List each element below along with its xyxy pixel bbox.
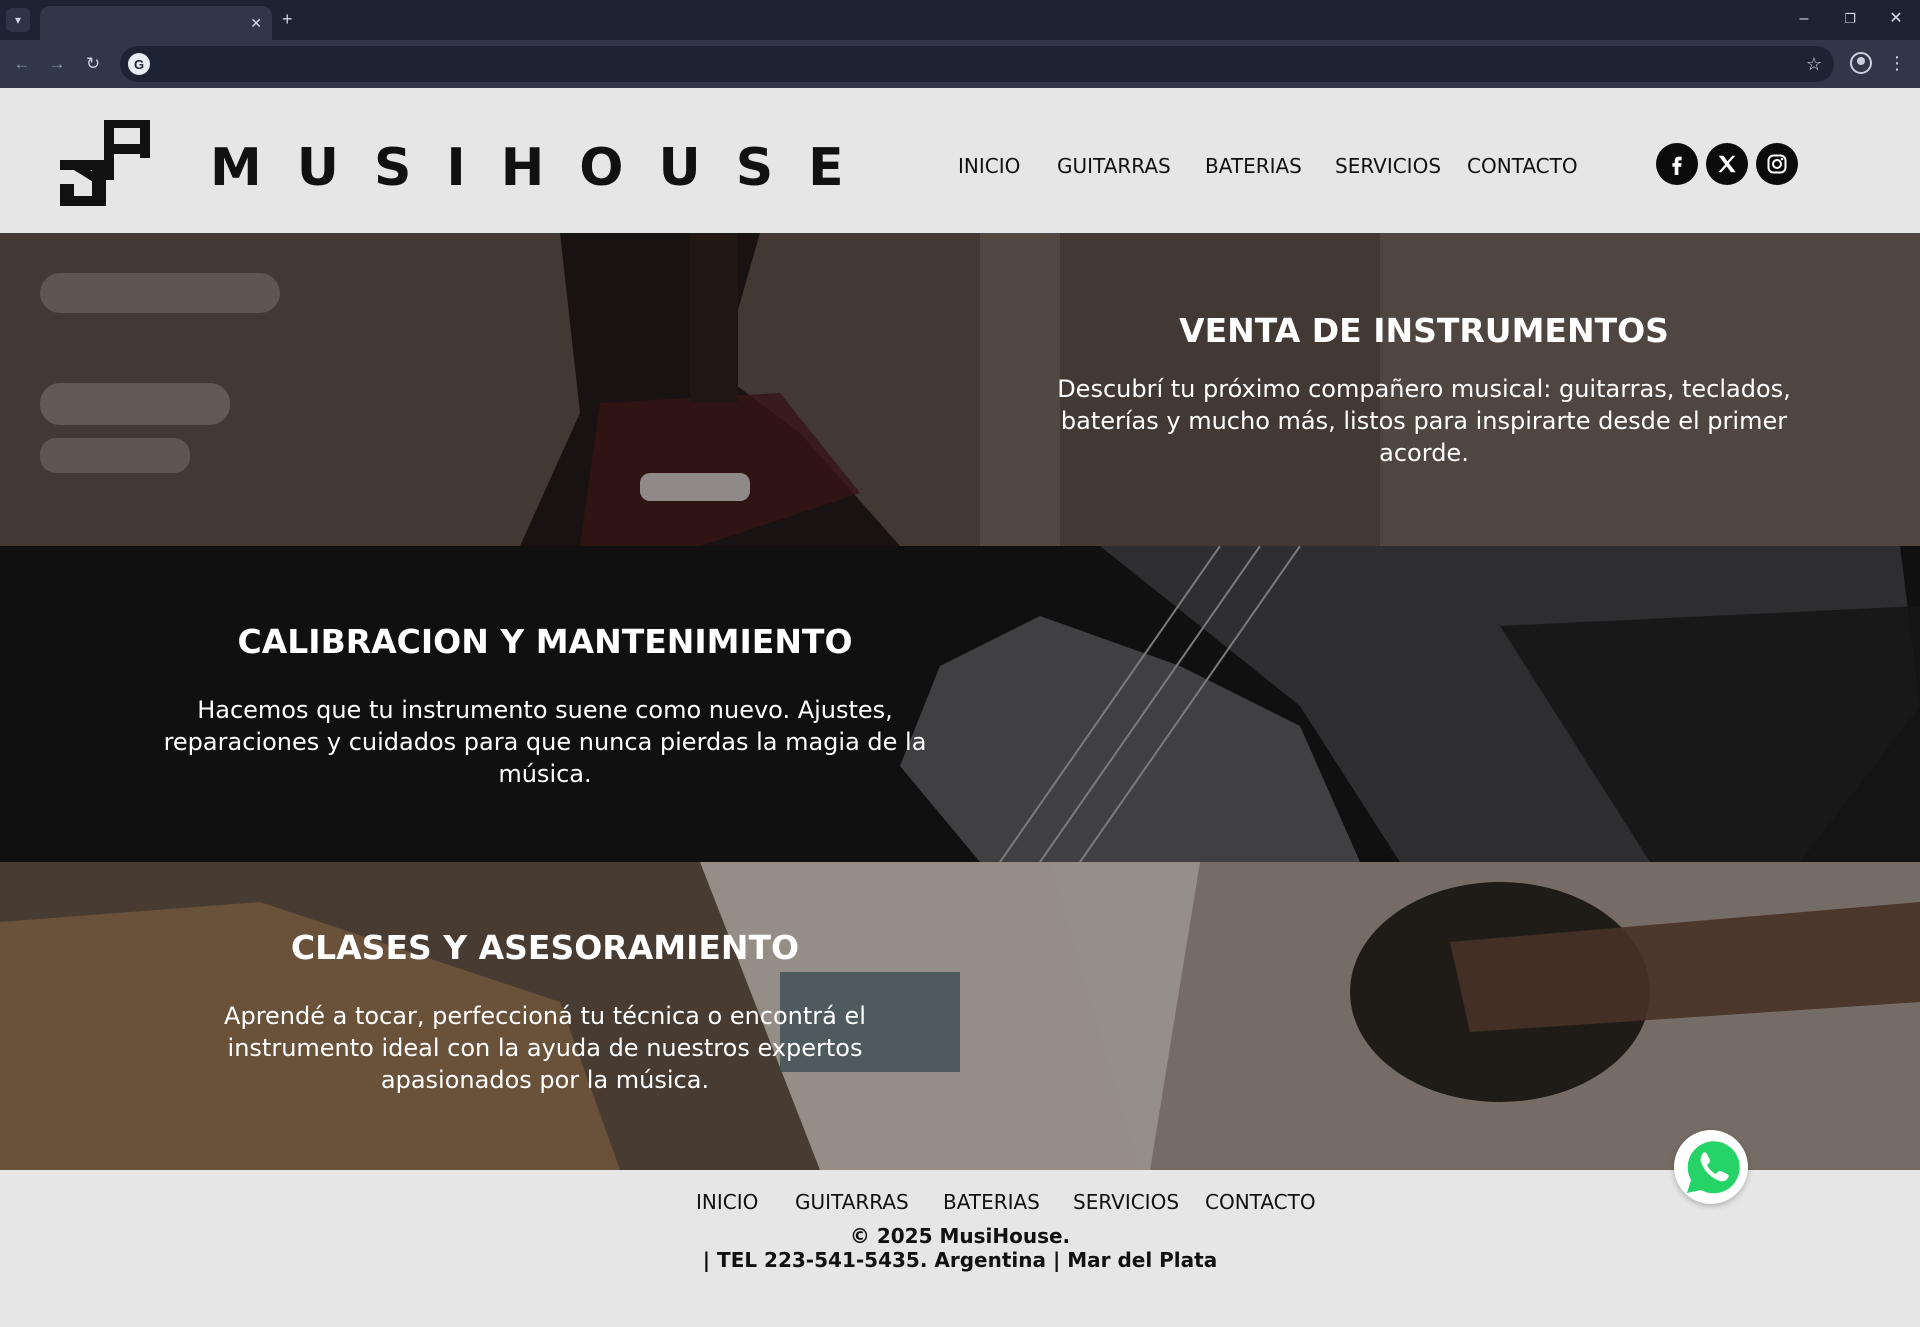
contact-info: | TEL 223-541-5435. Argentina | Mar del … [702,1248,1218,1272]
nav-servicios[interactable]: SERVICIOS [1335,154,1441,178]
browser-tab-bar: ▾ ✕ + – ❐ ✕ [0,0,1920,40]
footer-nav-servicios[interactable]: SERVICIOS [1073,1190,1179,1214]
browser-toolbar: ← → ↻ G ☆ ⋮ [0,40,1920,88]
section-title: CALIBRACION Y MANTENIMIENTO [237,622,853,661]
facebook-icon[interactable] [1656,143,1698,185]
browser-tab[interactable]: ✕ [40,6,272,40]
reload-icon[interactable]: ↻ [82,53,104,75]
section-title: VENTA DE INSTRUMENTOS [1179,311,1669,350]
google-icon: G [128,53,150,75]
profile-icon[interactable] [1850,52,1872,74]
brand-name[interactable]: MUSIHOUSE [210,138,879,198]
close-window-icon[interactable]: ✕ [1884,8,1908,30]
address-bar[interactable]: G ☆ [120,46,1834,82]
plus-icon[interactable]: + [282,9,293,29]
star-icon[interactable]: ☆ [1806,52,1822,76]
whatsapp-icon[interactable] [1674,1130,1748,1204]
copyright-text: © 2025 MusiHouse. [849,1224,1071,1248]
kebab-menu-icon[interactable]: ⋮ [1888,52,1906,74]
x-icon[interactable] [1706,143,1748,185]
section-clases: CLASES Y ASESORAMIENTO Aprendé a tocar, … [0,862,1920,1170]
section-venta: VENTA DE INSTRUMENTOS Descubrí tu próxim… [0,233,1920,546]
section-text: Aprendé a tocar, perfeccioná tu técnica … [224,1002,866,1094]
section-text: Descubrí tu próximo compañero musical: g… [1057,375,1791,467]
footer-nav-contacto[interactable]: CONTACTO [1205,1190,1316,1214]
back-arrow-icon[interactable]: ← [11,53,33,75]
site-header: MUSIHOUSE INICIO GUITARRAS BATERIAS SERV… [0,88,1920,233]
minimize-icon[interactable]: – [1792,8,1816,30]
nav-inicio[interactable]: INICIO [958,154,1020,178]
chevron-down-icon[interactable]: ▾ [6,8,30,32]
section-calibracion: CALIBRACION Y MANTENIMIENTO Hacemos que … [0,546,1920,862]
restore-icon[interactable]: ❐ [1838,8,1862,30]
logo-mark[interactable] [60,120,152,206]
nav-contacto[interactable]: CONTACTO [1467,154,1578,178]
footer-nav-inicio[interactable]: INICIO [696,1190,758,1214]
footer-nav-guitarras[interactable]: GUITARRAS [795,1190,909,1214]
nav-guitarras[interactable]: GUITARRAS [1057,154,1171,178]
instagram-icon[interactable] [1756,143,1798,185]
forward-arrow-icon[interactable]: → [46,53,68,75]
nav-baterias[interactable]: BATERIAS [1205,154,1302,178]
close-icon[interactable]: ✕ [250,14,262,32]
footer-nav-baterias[interactable]: BATERIAS [943,1190,1040,1214]
section-title: CLASES Y ASESORAMIENTO [290,928,800,967]
site-footer: INICIO GUITARRAS BATERIAS SERVICIOS CONT… [0,1170,1920,1327]
section-text: Hacemos que tu instrumento suene como nu… [163,696,927,788]
